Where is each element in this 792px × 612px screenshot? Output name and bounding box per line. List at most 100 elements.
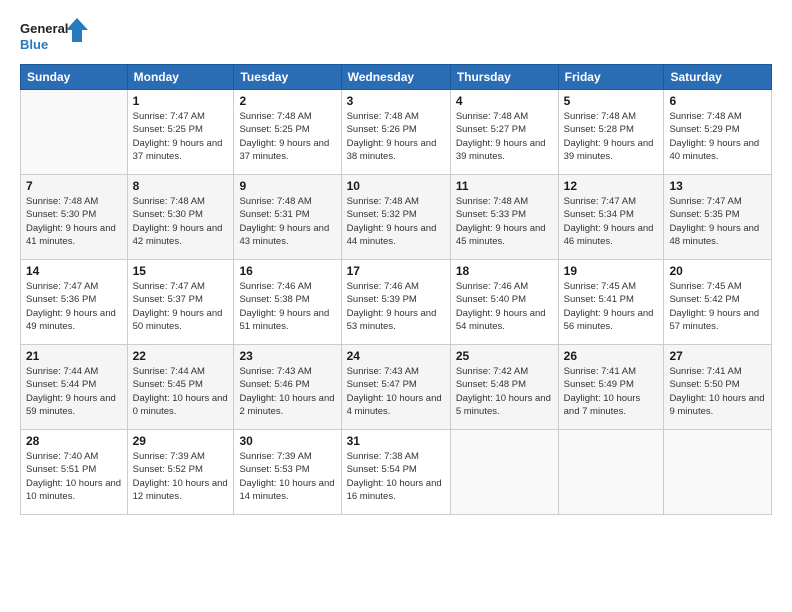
day-info: Sunrise: 7:48 AMSunset: 5:31 PMDaylight:… xyxy=(239,195,335,248)
weekday-header: Tuesday xyxy=(234,65,341,90)
day-info: Sunrise: 7:39 AMSunset: 5:53 PMDaylight:… xyxy=(239,450,335,503)
calendar-cell: 26 Sunrise: 7:41 AMSunset: 5:49 PMDayligh… xyxy=(558,345,664,430)
day-number: 10 xyxy=(347,179,445,193)
day-info: Sunrise: 7:41 AMSunset: 5:49 PMDaylight:… xyxy=(564,365,659,418)
day-info: Sunrise: 7:47 AMSunset: 5:37 PMDaylight:… xyxy=(133,280,229,333)
calendar-week-row: 1Sunrise: 7:47 AMSunset: 5:25 PMDaylight… xyxy=(21,90,772,175)
calendar-cell xyxy=(21,90,128,175)
day-number: 28 xyxy=(26,434,122,448)
day-number: 5 xyxy=(564,94,659,108)
day-info: Sunrise: 7:46 AMSunset: 5:38 PMDaylight:… xyxy=(239,280,335,333)
calendar-cell: 16 Sunrise: 7:46 AMSunset: 5:38 PMDayligh… xyxy=(234,260,341,345)
day-info: Sunrise: 7:48 AMSunset: 5:33 PMDaylight:… xyxy=(456,195,553,248)
day-number: 8 xyxy=(133,179,229,193)
calendar-cell: 12 Sunrise: 7:47 AMSunset: 5:34 PMDayligh… xyxy=(558,175,664,260)
day-number: 12 xyxy=(564,179,659,193)
day-info: Sunrise: 7:47 AMSunset: 5:34 PMDaylight:… xyxy=(564,195,659,248)
day-number: 4 xyxy=(456,94,553,108)
calendar-header-row: SundayMondayTuesdayWednesdayThursdayFrid… xyxy=(21,65,772,90)
day-info: Sunrise: 7:48 AMSunset: 5:30 PMDaylight:… xyxy=(26,195,122,248)
calendar-table: SundayMondayTuesdayWednesdayThursdayFrid… xyxy=(20,64,772,515)
day-info: Sunrise: 7:43 AMSunset: 5:46 PMDaylight:… xyxy=(239,365,335,418)
day-number: 21 xyxy=(26,349,122,363)
day-number: 30 xyxy=(239,434,335,448)
day-number: 16 xyxy=(239,264,335,278)
day-number: 15 xyxy=(133,264,229,278)
day-info: Sunrise: 7:45 AMSunset: 5:41 PMDaylight:… xyxy=(564,280,659,333)
calendar-cell: 5 Sunrise: 7:48 AMSunset: 5:28 PMDaylight… xyxy=(558,90,664,175)
day-info: Sunrise: 7:38 AMSunset: 5:54 PMDaylight:… xyxy=(347,450,445,503)
day-number: 26 xyxy=(564,349,659,363)
calendar-cell: 11 Sunrise: 7:48 AMSunset: 5:33 PMDayligh… xyxy=(450,175,558,260)
calendar-cell: 7 Sunrise: 7:48 AMSunset: 5:30 PMDaylight… xyxy=(21,175,128,260)
page-header: General Blue xyxy=(20,16,772,54)
calendar-cell: 15 Sunrise: 7:47 AMSunset: 5:37 PMDayligh… xyxy=(127,260,234,345)
day-info: Sunrise: 7:43 AMSunset: 5:47 PMDaylight:… xyxy=(347,365,445,418)
day-info: Sunrise: 7:47 AMSunset: 5:25 PMDaylight:… xyxy=(133,110,229,163)
day-info: Sunrise: 7:48 AMSunset: 5:26 PMDaylight:… xyxy=(347,110,445,163)
day-number: 9 xyxy=(239,179,335,193)
day-info: Sunrise: 7:44 AMSunset: 5:45 PMDaylight:… xyxy=(133,365,229,418)
day-info: Sunrise: 7:47 AMSunset: 5:35 PMDaylight:… xyxy=(669,195,766,248)
day-info: Sunrise: 7:48 AMSunset: 5:29 PMDaylight:… xyxy=(669,110,766,163)
calendar-cell xyxy=(664,430,772,515)
day-info: Sunrise: 7:48 AMSunset: 5:30 PMDaylight:… xyxy=(133,195,229,248)
day-number: 23 xyxy=(239,349,335,363)
logo: General Blue xyxy=(20,16,90,54)
calendar-cell: 14 Sunrise: 7:47 AMSunset: 5:36 PMDayligh… xyxy=(21,260,128,345)
calendar-cell: 17 Sunrise: 7:46 AMSunset: 5:39 PMDayligh… xyxy=(341,260,450,345)
day-info: Sunrise: 7:44 AMSunset: 5:44 PMDaylight:… xyxy=(26,365,122,418)
day-number: 17 xyxy=(347,264,445,278)
calendar-cell: 19 Sunrise: 7:45 AMSunset: 5:41 PMDayligh… xyxy=(558,260,664,345)
weekday-header: Wednesday xyxy=(341,65,450,90)
calendar-cell: 21 Sunrise: 7:44 AMSunset: 5:44 PMDayligh… xyxy=(21,345,128,430)
calendar-cell: 27Sunrise: 7:41 AMSunset: 5:50 PMDayligh… xyxy=(664,345,772,430)
day-number: 14 xyxy=(26,264,122,278)
day-number: 11 xyxy=(456,179,553,193)
calendar-cell: 13 Sunrise: 7:47 AMSunset: 5:35 PMDayligh… xyxy=(664,175,772,260)
weekday-header: Saturday xyxy=(664,65,772,90)
day-number: 24 xyxy=(347,349,445,363)
calendar-week-row: 14 Sunrise: 7:47 AMSunset: 5:36 PMDayligh… xyxy=(21,260,772,345)
weekday-header: Sunday xyxy=(21,65,128,90)
logo-svg: General Blue xyxy=(20,16,90,54)
day-number: 2 xyxy=(239,94,335,108)
calendar-cell: 3 Sunrise: 7:48 AMSunset: 5:26 PMDaylight… xyxy=(341,90,450,175)
day-number: 19 xyxy=(564,264,659,278)
day-info: Sunrise: 7:39 AMSunset: 5:52 PMDaylight:… xyxy=(133,450,229,503)
day-info: Sunrise: 7:47 AMSunset: 5:36 PMDaylight:… xyxy=(26,280,122,333)
calendar-cell: 10Sunrise: 7:48 AMSunset: 5:32 PMDayligh… xyxy=(341,175,450,260)
day-number: 7 xyxy=(26,179,122,193)
day-info: Sunrise: 7:48 AMSunset: 5:28 PMDaylight:… xyxy=(564,110,659,163)
calendar-cell: 30 Sunrise: 7:39 AMSunset: 5:53 PMDayligh… xyxy=(234,430,341,515)
calendar-cell: 20 Sunrise: 7:45 AMSunset: 5:42 PMDayligh… xyxy=(664,260,772,345)
weekday-header: Thursday xyxy=(450,65,558,90)
calendar-cell: 8 Sunrise: 7:48 AMSunset: 5:30 PMDaylight… xyxy=(127,175,234,260)
day-info: Sunrise: 7:42 AMSunset: 5:48 PMDaylight:… xyxy=(456,365,553,418)
calendar-cell: 23 Sunrise: 7:43 AMSunset: 5:46 PMDayligh… xyxy=(234,345,341,430)
day-number: 20 xyxy=(669,264,766,278)
day-number: 3 xyxy=(347,94,445,108)
day-number: 25 xyxy=(456,349,553,363)
day-info: Sunrise: 7:48 AMSunset: 5:27 PMDaylight:… xyxy=(456,110,553,163)
day-info: Sunrise: 7:40 AMSunset: 5:51 PMDaylight:… xyxy=(26,450,122,503)
calendar-cell xyxy=(558,430,664,515)
day-number: 6 xyxy=(669,94,766,108)
calendar-cell: 24 Sunrise: 7:43 AMSunset: 5:47 PMDayligh… xyxy=(341,345,450,430)
calendar-week-row: 7 Sunrise: 7:48 AMSunset: 5:30 PMDaylight… xyxy=(21,175,772,260)
calendar-week-row: 21 Sunrise: 7:44 AMSunset: 5:44 PMDayligh… xyxy=(21,345,772,430)
calendar-cell: 28 Sunrise: 7:40 AMSunset: 5:51 PMDayligh… xyxy=(21,430,128,515)
day-number: 22 xyxy=(133,349,229,363)
day-info: Sunrise: 7:45 AMSunset: 5:42 PMDaylight:… xyxy=(669,280,766,333)
calendar-cell xyxy=(450,430,558,515)
day-number: 29 xyxy=(133,434,229,448)
calendar-cell: 1Sunrise: 7:47 AMSunset: 5:25 PMDaylight… xyxy=(127,90,234,175)
calendar-cell: 29 Sunrise: 7:39 AMSunset: 5:52 PMDayligh… xyxy=(127,430,234,515)
day-number: 18 xyxy=(456,264,553,278)
day-info: Sunrise: 7:46 AMSunset: 5:40 PMDaylight:… xyxy=(456,280,553,333)
day-info: Sunrise: 7:46 AMSunset: 5:39 PMDaylight:… xyxy=(347,280,445,333)
day-number: 13 xyxy=(669,179,766,193)
weekday-header: Monday xyxy=(127,65,234,90)
svg-text:Blue: Blue xyxy=(20,37,48,52)
calendar-cell: 25 Sunrise: 7:42 AMSunset: 5:48 PMDayligh… xyxy=(450,345,558,430)
